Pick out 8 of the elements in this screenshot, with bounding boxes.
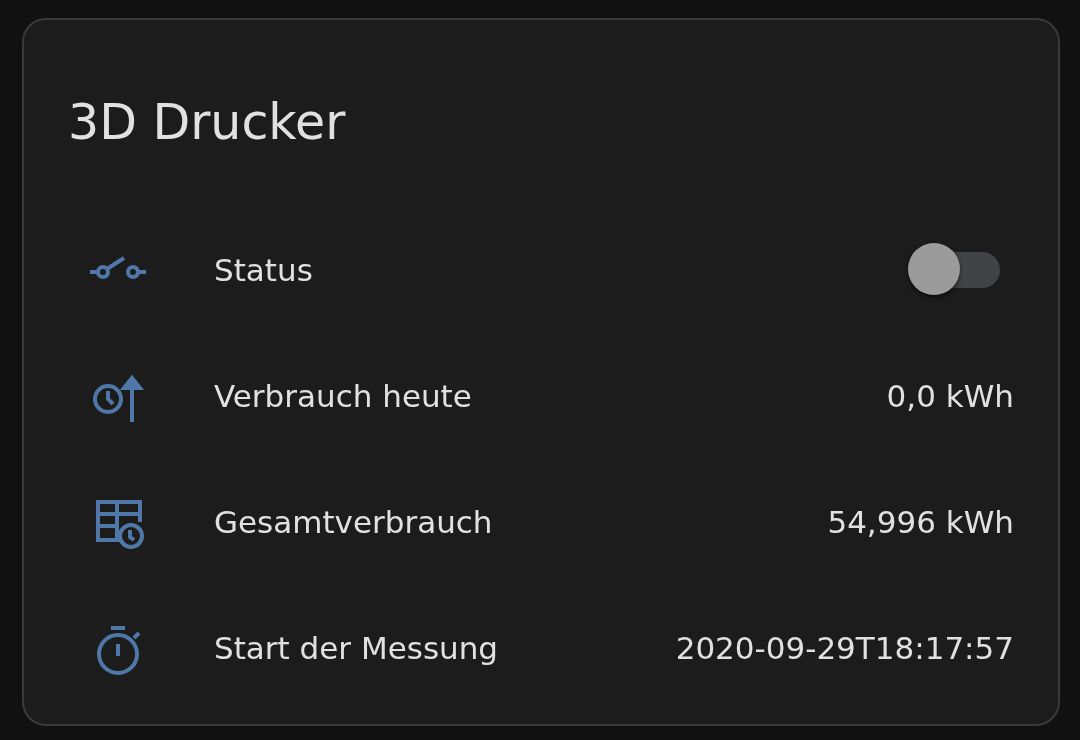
row-label: Status (214, 252, 314, 288)
row-label: Start der Messung (214, 630, 500, 666)
row-value: 0,0 kWh (886, 378, 1014, 414)
row-label: Gesamtverbrauch (214, 504, 494, 540)
card-title: 3D Drucker (68, 98, 346, 147)
row-value: 2020-09-29T18:17:57 (675, 630, 1014, 666)
row-label: Verbrauch heute (214, 378, 473, 414)
row-value: 54,996 kWh (827, 504, 1014, 540)
